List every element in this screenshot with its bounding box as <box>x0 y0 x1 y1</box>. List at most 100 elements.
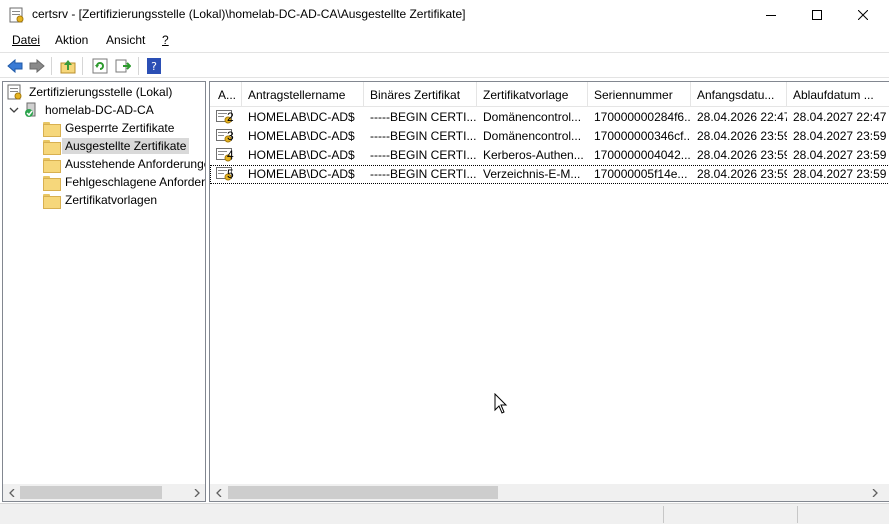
tree-item-label: Ausgestellte Zertifikate <box>62 138 190 154</box>
chevron-down-icon[interactable] <box>9 105 19 115</box>
folder-icon <box>43 193 61 209</box>
folder-icon <box>43 157 61 173</box>
chevron-left-icon <box>215 488 221 497</box>
menu-datei-label: Datei <box>12 33 41 47</box>
svg-text:?: ? <box>151 60 157 73</box>
cell-start-date: 28.04.2026 23:59 <box>697 167 787 181</box>
maximize-icon <box>812 10 822 20</box>
cell-requester: HOMELAB\DC-AD$ <box>248 129 355 143</box>
window-title: certsrv - [Zertifizierungsstelle (Lokal)… <box>32 7 466 21</box>
column-header-template[interactable]: Zertifikatvorlage <box>477 82 588 107</box>
scroll-right-button[interactable] <box>188 484 205 501</box>
menu-aktion[interactable]: Aktion <box>55 33 88 47</box>
status-bar <box>0 503 889 524</box>
certificate-authority-icon <box>7 84 22 100</box>
menu-datei[interactable]: Datei <box>12 33 40 47</box>
column-header-request-id[interactable]: A... <box>210 82 242 107</box>
table-row-focused[interactable]: 5 HOMELAB\DC-AD$ -----BEGIN CERTI... Ver… <box>210 165 889 184</box>
toolbar: ? <box>0 52 889 78</box>
minimize-button[interactable] <box>748 0 794 30</box>
tree-item-ca[interactable]: homelab-DC-AD-CA <box>9 101 157 119</box>
cell-request-id: 3 <box>227 129 234 143</box>
scroll-thumb[interactable] <box>228 486 498 499</box>
help-button[interactable]: ? <box>145 57 163 75</box>
forward-button[interactable] <box>28 57 46 75</box>
tree-item-ausstehende[interactable]: Ausstehende Anforderungen <box>43 155 206 173</box>
column-header-requester[interactable]: Antragstellername <box>242 82 364 107</box>
cell-start-date: 28.04.2026 23:59 <box>697 129 787 143</box>
column-header-binary-cert[interactable]: Binäres Zertifikat <box>364 82 477 107</box>
tree-root[interactable]: Zertifizierungsstelle (Lokal) <box>7 83 175 101</box>
tree-item-gesperrte[interactable]: Gesperrte Zertifikate <box>43 119 177 137</box>
menu-ansicht[interactable]: Ansicht <box>106 33 145 47</box>
cell-binary-cert: -----BEGIN CERTI... <box>370 148 477 162</box>
scroll-left-button[interactable] <box>210 484 227 501</box>
table-row[interactable]: 4 HOMELAB\DC-AD$ -----BEGIN CERTI... Ker… <box>210 146 889 165</box>
folder-icon <box>43 175 61 191</box>
tree-pane[interactable]: Zertifizierungsstelle (Lokal) homelab-DC… <box>2 81 206 502</box>
tree-ca-label: homelab-DC-AD-CA <box>45 103 154 117</box>
certsrv-app-icon <box>9 7 24 23</box>
refresh-icon <box>92 58 108 74</box>
back-icon <box>7 59 23 73</box>
maximize-button[interactable] <box>794 0 840 30</box>
tree-root-label: Zertifizierungsstelle (Lokal) <box>29 85 173 99</box>
cell-expiry-date: 28.04.2027 23:59 <box>793 148 887 162</box>
toolbar-separator-3 <box>138 57 139 75</box>
refresh-button[interactable] <box>91 57 109 75</box>
table-row[interactable]: 2 HOMELAB\DC-AD$ -----BEGIN CERTI... Dom… <box>210 108 889 127</box>
column-header-start-date[interactable]: Anfangsdatu... <box>691 82 787 107</box>
cell-template: Domänencontrol... <box>483 110 582 124</box>
cell-template: Domänencontrol... <box>483 129 582 143</box>
chevron-right-icon <box>872 488 878 497</box>
list-horizontal-scrollbar[interactable] <box>210 484 889 501</box>
cell-request-id: 5 <box>227 167 234 181</box>
cell-requester: HOMELAB\DC-AD$ <box>248 110 355 124</box>
cell-requester: HOMELAB\DC-AD$ <box>248 148 355 162</box>
certificate-list-pane[interactable]: A... Antragstellername Binäres Zertifika… <box>209 81 889 502</box>
title-bar: certsrv - [Zertifizierungsstelle (Lokal)… <box>0 0 889 30</box>
ca-server-check-icon <box>25 102 36 117</box>
status-divider <box>663 506 664 523</box>
up-folder-button[interactable] <box>59 57 77 75</box>
folder-icon <box>43 121 61 137</box>
back-button[interactable] <box>6 57 24 75</box>
close-button[interactable] <box>840 0 886 30</box>
tree-item-label: Fehlgeschlagene Anforderungen <box>65 175 206 189</box>
help-icon: ? <box>147 58 161 74</box>
table-row[interactable]: 3 HOMELAB\DC-AD$ -----BEGIN CERTI... Dom… <box>210 127 889 146</box>
list-header: A... Antragstellername Binäres Zertifika… <box>210 82 889 107</box>
tree-item-fehlgeschlagene[interactable]: Fehlgeschlagene Anforderungen <box>43 173 206 191</box>
column-header-expiry-date[interactable]: Ablaufdatum ... <box>787 82 889 107</box>
tree-horizontal-scrollbar[interactable] <box>3 484 205 501</box>
tree-item-label: Ausstehende Anforderungen <box>65 157 206 171</box>
tree-item-label: Gesperrte Zertifikate <box>65 121 175 135</box>
menu-help-label: ? <box>162 33 169 47</box>
cell-start-date: 28.04.2026 23:59 <box>697 148 787 162</box>
cell-start-date: 28.04.2026 22:47 <box>697 110 787 124</box>
toolbar-separator <box>51 57 52 75</box>
chevron-left-icon <box>8 488 14 497</box>
scroll-right-button[interactable] <box>866 484 883 501</box>
chevron-right-icon <box>194 488 200 497</box>
cell-template: Verzeichnis-E-M... <box>483 167 581 181</box>
export-list-button[interactable] <box>114 57 132 75</box>
scroll-left-button[interactable] <box>3 484 20 501</box>
tree-item-ausgestellte[interactable]: Ausgestellte Zertifikate <box>43 137 190 155</box>
cell-expiry-date: 28.04.2027 23:59 <box>793 167 887 181</box>
cell-expiry-date: 28.04.2027 22:47 <box>793 110 887 124</box>
cell-serial: 170000000284f6... <box>594 110 691 124</box>
export-list-icon <box>115 59 131 73</box>
scroll-thumb[interactable] <box>20 486 162 499</box>
mouse-cursor-icon <box>494 393 508 414</box>
column-header-serial[interactable]: Seriennummer <box>588 82 691 107</box>
cell-expiry-date: 28.04.2027 23:59 <box>793 129 887 143</box>
tree-item-vorlagen[interactable]: Zertifikatvorlagen <box>43 191 160 209</box>
forward-icon <box>29 59 45 73</box>
minimize-icon <box>766 15 776 16</box>
cell-request-id: 2 <box>227 110 234 124</box>
up-folder-icon <box>60 60 76 74</box>
cell-request-id: 4 <box>227 148 234 162</box>
menu-ansicht-label: Ansicht <box>106 33 146 47</box>
menu-help[interactable]: ? <box>162 33 169 47</box>
